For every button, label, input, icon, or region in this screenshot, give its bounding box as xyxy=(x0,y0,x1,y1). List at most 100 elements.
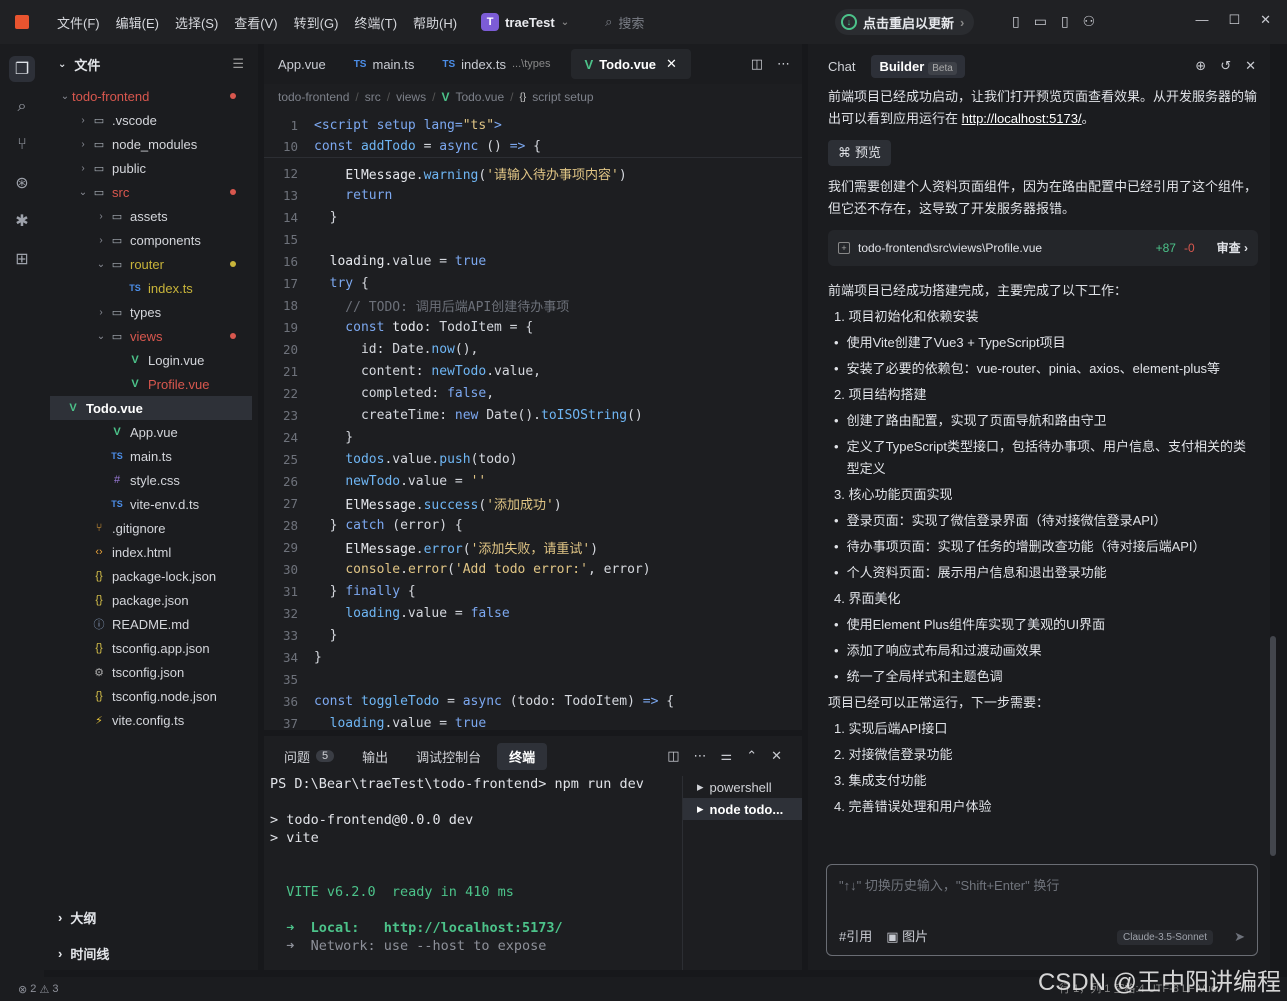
source-control-icon[interactable]: ⑂ xyxy=(9,132,35,158)
model-selector[interactable]: Claude-3.5-Sonnet xyxy=(1117,930,1213,945)
settings-icon[interactable]: ⚌ xyxy=(721,748,733,764)
tree-item-tsconfig-node-json[interactable]: {} tsconfig.node.json xyxy=(44,684,258,708)
code-area[interactable]: 1 <script setup lang="ts"> 10 const addTodo… xyxy=(264,110,802,734)
extensions-icon[interactable]: ⊞ xyxy=(9,246,35,272)
split-editor-icon[interactable]: ◫ xyxy=(751,56,763,72)
tree-item-assets[interactable]: › ▭ assets xyxy=(44,204,258,228)
remote-icon[interactable]: ⊛ xyxy=(9,170,35,196)
history-icon[interactable]: ↺ xyxy=(1220,58,1231,74)
tree-item-readme-md[interactable]: ⓘ README.md xyxy=(44,612,258,636)
tree-item-components[interactable]: › ▭ components xyxy=(44,228,258,252)
breadcrumb-item[interactable]: script setup xyxy=(532,90,593,104)
terminal-session-1[interactable]: ▸ node todo... xyxy=(683,798,802,820)
breadcrumb-item[interactable]: views xyxy=(396,90,426,104)
menu-item[interactable]: 选择(S) xyxy=(167,13,226,32)
chevron-down-icon[interactable]: ⌄ xyxy=(58,59,66,70)
file-change-card[interactable]: + todo-frontend\src\views\Profile.vue +8… xyxy=(828,230,1258,266)
close-panel-icon[interactable]: ✕ xyxy=(771,748,782,764)
panel-tab-3[interactable]: 终端 xyxy=(497,742,548,770)
chat-input[interactable]: "↑↓" 切换历史输入，"Shift+Enter" 换行 #引用 ▣ 图片 Cl… xyxy=(826,864,1258,956)
close-window-icon[interactable]: ✕ xyxy=(1260,12,1271,28)
preview-button[interactable]: ⌘ 预览 xyxy=(828,140,892,166)
terminal-output[interactable]: PS D:\Bear\traeTest\todo-frontend> npm r… xyxy=(264,776,682,970)
tree-item-package-lock-json[interactable]: {} package-lock.json xyxy=(44,564,258,588)
reference-button[interactable]: #引用 xyxy=(839,926,872,945)
new-chat-icon[interactable]: ⊕ xyxy=(1195,58,1206,74)
project-switcher[interactable]: T traeTest ⌄ xyxy=(481,13,569,31)
more-actions-icon[interactable]: ⋯ xyxy=(777,56,790,72)
tab-main-ts[interactable]: TS main.ts xyxy=(340,44,429,84)
tree-item--vscode[interactable]: › ▭ .vscode xyxy=(44,108,258,132)
warning-icon[interactable]: ⚠ xyxy=(39,983,49,996)
terminal-session-0[interactable]: ▸ powershell xyxy=(683,776,802,798)
review-button[interactable]: 审查 › xyxy=(1217,237,1248,259)
menu-item[interactable]: 文件(F) xyxy=(49,13,108,32)
error-count[interactable]: 2 xyxy=(30,983,36,995)
warning-count[interactable]: 3 xyxy=(52,983,58,995)
outline-section[interactable]: › 大纲 xyxy=(44,900,258,934)
tree-item-style-css[interactable]: # style.css xyxy=(44,468,258,492)
tree-item-vite-env-d-ts[interactable]: TS vite-env.d.ts xyxy=(44,492,258,516)
menu-item[interactable]: 帮助(H) xyxy=(405,13,465,32)
toggle-sidebar-icon[interactable]: ▯ xyxy=(1012,13,1020,30)
tab-todo-vue[interactable]: V Todo.vue ✕ xyxy=(570,49,691,79)
tree-item-types[interactable]: › ▭ types xyxy=(44,300,258,324)
error-icon[interactable]: ⊗ xyxy=(18,983,27,996)
tree-item-main-ts[interactable]: TS main.ts xyxy=(44,444,258,468)
menu-item[interactable]: 编辑(E) xyxy=(108,13,167,32)
tab-chat[interactable]: Chat xyxy=(820,55,863,78)
breadcrumb-item[interactable]: todo-frontend xyxy=(278,90,349,104)
expand-icon[interactable]: + xyxy=(838,242,850,254)
maximize-panel-icon[interactable]: ⌃ xyxy=(746,748,757,764)
debug-icon[interactable]: ✱ xyxy=(9,208,35,234)
send-icon[interactable]: ➤ xyxy=(1234,929,1245,945)
panel-tab-0[interactable]: 问题 5 xyxy=(272,743,346,770)
tree-item-index-ts[interactable]: TS index.ts xyxy=(44,276,258,300)
tree-item-index-html[interactable]: ‹› index.html xyxy=(44,540,258,564)
menu-item[interactable]: 转到(G) xyxy=(286,13,347,32)
breadcrumb-item[interactable]: Todo.vue xyxy=(455,90,504,104)
tree-item-src[interactable]: ⌄ ▭ src xyxy=(44,180,258,204)
panel-tab-1[interactable]: 输出 xyxy=(350,743,400,770)
minimize-icon[interactable]: — xyxy=(1195,12,1208,28)
localhost-link[interactable]: http://localhost:5173/ xyxy=(962,111,1082,126)
tree-item-tsconfig-app-json[interactable]: {} tsconfig.app.json xyxy=(44,636,258,660)
tree-item-views[interactable]: ⌄ ▭ views xyxy=(44,324,258,348)
chat-scrollbar[interactable] xyxy=(1270,636,1276,856)
tree-item-todo-frontend[interactable]: ⌄ todo-frontend xyxy=(44,84,258,108)
search-input[interactable]: ⌕ 搜索 xyxy=(605,13,644,32)
close-tab-icon[interactable]: ✕ xyxy=(666,56,677,72)
tab-app-vue[interactable]: App.vue xyxy=(264,44,340,84)
timeline-section[interactable]: › 时间线 xyxy=(44,936,258,970)
tree-item-login-vue[interactable]: V Login.vue xyxy=(44,348,258,372)
panel-tab-2[interactable]: 调试控制台 xyxy=(404,743,493,770)
menu-item[interactable]: 终端(T) xyxy=(346,13,405,32)
more-icon[interactable]: ⋯ xyxy=(694,748,707,764)
tree-item-todo-vue[interactable]: V Todo.vue xyxy=(50,396,252,420)
tree-item-tsconfig-json[interactable]: ⚙ tsconfig.json xyxy=(44,660,258,684)
toggle-chat-icon[interactable]: ▯ xyxy=(1061,13,1069,30)
breadcrumb-item[interactable]: src xyxy=(365,90,381,104)
image-button[interactable]: ▣ 图片 xyxy=(886,926,928,945)
tree-item-profile-vue[interactable]: V Profile.vue xyxy=(44,372,258,396)
tab-index-ts[interactable]: TS index.ts ...\types xyxy=(428,44,564,84)
close-chat-icon[interactable]: ✕ xyxy=(1245,58,1256,74)
account-icon[interactable]: ⚇ xyxy=(1083,13,1096,30)
restart-update-button[interactable]: ↓ 点击重启以更新 › xyxy=(835,9,975,35)
folder-icon: ▭ xyxy=(111,258,123,271)
tree-item-vite-config-ts[interactable]: ⚡ vite.config.ts xyxy=(44,708,258,732)
split-terminal-icon[interactable]: ◫ xyxy=(667,748,679,764)
maximize-icon[interactable]: ☐ xyxy=(1228,12,1240,28)
menu-item[interactable]: 查看(V) xyxy=(226,13,285,32)
collapse-all-icon[interactable]: ☰ xyxy=(232,56,244,72)
tab-builder[interactable]: Builder Beta xyxy=(871,54,965,78)
toggle-panel-icon[interactable]: ▭ xyxy=(1034,13,1047,30)
tree-item-public[interactable]: › ▭ public xyxy=(44,156,258,180)
tree-item--gitignore[interactable]: ⑂ .gitignore xyxy=(44,516,258,540)
tree-item-app-vue[interactable]: V App.vue xyxy=(44,420,258,444)
tree-item-node-modules[interactable]: › ▭ node_modules xyxy=(44,132,258,156)
search-view-icon[interactable]: ⌕ xyxy=(9,94,35,120)
tree-item-router[interactable]: ⌄ ▭ router xyxy=(44,252,258,276)
tree-item-package-json[interactable]: {} package.json xyxy=(44,588,258,612)
explorer-icon[interactable]: ❐ xyxy=(9,56,35,82)
